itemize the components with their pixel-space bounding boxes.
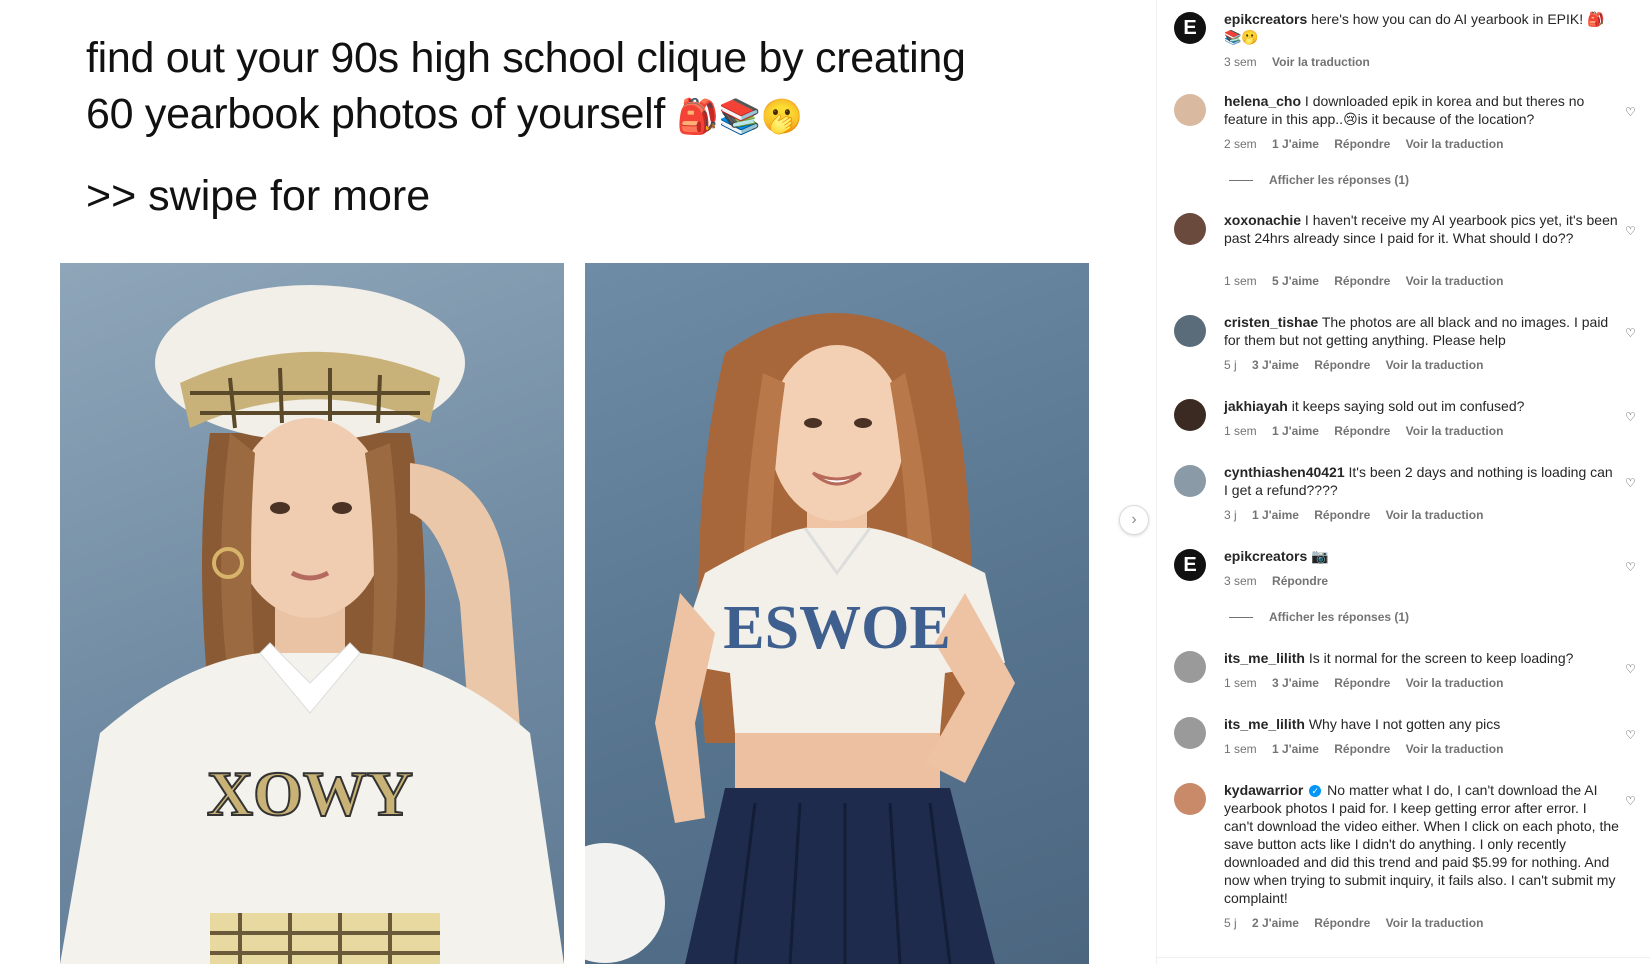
verified-badge-icon: ✓: [1309, 785, 1322, 798]
comment-text: Is it normal for the screen to keep load…: [1308, 650, 1574, 666]
comment-time: 1 sem: [1224, 676, 1257, 690]
comment-time: 1 sem: [1224, 742, 1257, 756]
comment-text: No matter what I do, I can't download th…: [1224, 782, 1619, 906]
reply-link[interactable]: Répondre: [1334, 676, 1390, 690]
comment-username[interactable]: helena_cho: [1224, 93, 1301, 109]
heart-icon[interactable]: ♡: [1625, 477, 1637, 489]
comment-likes[interactable]: 1 J'aime: [1272, 742, 1319, 756]
comment-text: it keeps saying sold out im confused?: [1291, 398, 1525, 414]
avatar[interactable]: [1174, 651, 1206, 683]
comment-text: Why have I not gotten any pics: [1308, 716, 1501, 732]
comment-likes[interactable]: 5 J'aime: [1272, 274, 1319, 288]
reply-link[interactable]: Répondre: [1334, 137, 1390, 151]
comment-time: 3 j: [1224, 508, 1237, 522]
heart-icon[interactable]: ♡: [1625, 225, 1637, 237]
comment-username[interactable]: cynthiashen40421: [1224, 464, 1345, 480]
comment-username[interactable]: its_me_lilith: [1224, 716, 1305, 732]
divider: [1229, 180, 1253, 182]
comment-likes[interactable]: 3 J'aime: [1252, 358, 1299, 372]
heart-icon[interactable]: ♡: [1625, 729, 1637, 741]
comment-username[interactable]: jakhiayah: [1224, 398, 1288, 414]
post-headline: find out your 90s high school clique by …: [86, 30, 1086, 145]
reply-link[interactable]: Répondre: [1334, 742, 1390, 756]
reply-link[interactable]: Répondre: [1314, 358, 1370, 372]
chevron-right-icon: ›: [1131, 511, 1137, 528]
comment-likes[interactable]: 1 J'aime: [1252, 508, 1299, 522]
shirt-text-2: ESWOE: [723, 594, 950, 662]
comment-time: 1 sem: [1224, 424, 1257, 438]
swipe-hint: >> swipe for more: [86, 172, 431, 220]
heart-icon[interactable]: ♡: [1625, 411, 1637, 423]
translate-link[interactable]: Voir la traduction: [1406, 137, 1504, 151]
avatar[interactable]: [1174, 399, 1206, 431]
avatar[interactable]: [1174, 783, 1206, 815]
yearbook-photo-1-illustration: XOWY: [60, 285, 564, 964]
comment-username[interactable]: cristen_tishae: [1224, 314, 1318, 330]
avatar[interactable]: E: [1174, 12, 1206, 44]
heart-icon[interactable]: ♡: [1625, 795, 1637, 807]
comment-username[interactable]: its_me_lilith: [1224, 650, 1305, 666]
comment-likes[interactable]: 1 J'aime: [1272, 137, 1319, 151]
comment-time: 1 sem: [1224, 274, 1257, 288]
shirt-text-1: XOWY: [207, 758, 413, 829]
translate-link[interactable]: Voir la traduction: [1386, 358, 1484, 372]
yearbook-photo-1: XOWY: [60, 263, 564, 964]
reply-link[interactable]: Répondre: [1314, 508, 1370, 522]
heart-icon[interactable]: ♡: [1625, 327, 1637, 339]
reply-link[interactable]: Répondre: [1314, 916, 1370, 930]
heart-icon[interactable]: ♡: [1625, 561, 1637, 573]
comment-time: 2 sem: [1224, 137, 1257, 151]
comment-likes[interactable]: 1 J'aime: [1272, 424, 1319, 438]
show-replies-link[interactable]: Afficher les réponses (1): [1229, 173, 1409, 187]
avatar[interactable]: E: [1174, 549, 1206, 581]
comment-username[interactable]: epikcreators: [1224, 548, 1307, 564]
translate-link[interactable]: Voir la traduction: [1386, 916, 1484, 930]
heart-icon[interactable]: ♡: [1625, 106, 1637, 118]
next-slide-button[interactable]: ›: [1119, 505, 1149, 535]
headline-emoji: 🎒📚🫢: [676, 97, 803, 137]
comment-username[interactable]: kydawarrior: [1224, 782, 1303, 798]
translate-link[interactable]: Voir la traduction: [1406, 676, 1504, 690]
comment-likes[interactable]: 3 J'aime: [1272, 676, 1319, 690]
comment-time: 5 j: [1224, 916, 1237, 930]
headline-line-2-text: 60 yearbook photos of yourself: [86, 90, 666, 138]
heart-icon[interactable]: ♡: [1625, 663, 1637, 675]
avatar[interactable]: [1174, 213, 1206, 245]
panel-bottom-divider: [1157, 957, 1650, 964]
avatar[interactable]: [1174, 465, 1206, 497]
comment-likes[interactable]: 2 J'aime: [1252, 916, 1299, 930]
translate-link[interactable]: Voir la traduction: [1386, 508, 1484, 522]
headline-line-2: 60 yearbook photos of yourself 🎒📚🫢: [86, 86, 1086, 145]
comment-username[interactable]: xoxonachie: [1224, 212, 1301, 228]
translate-link[interactable]: Voir la traduction: [1406, 274, 1504, 288]
reply-link[interactable]: Répondre: [1334, 274, 1390, 288]
translate-link[interactable]: Voir la traduction: [1272, 55, 1370, 69]
yearbook-photo-2-illustration: ESWOE: [585, 313, 1015, 964]
translate-link[interactable]: Voir la traduction: [1406, 742, 1504, 756]
reply-link[interactable]: Répondre: [1272, 574, 1328, 588]
avatar[interactable]: [1174, 315, 1206, 347]
comment-time: 5 j: [1224, 358, 1237, 372]
caption-time: 3 sem: [1224, 55, 1257, 69]
avatar[interactable]: [1174, 717, 1206, 749]
comment-time: 3 sem: [1224, 574, 1257, 588]
avatar[interactable]: [1174, 94, 1206, 126]
translate-link[interactable]: Voir la traduction: [1406, 424, 1504, 438]
post-media: find out your 90s high school clique by …: [0, 0, 1156, 964]
yearbook-photo-2: ESWOE: [585, 263, 1089, 964]
headline-line-1: find out your 90s high school clique by …: [86, 34, 966, 82]
comment-text: 📷: [1311, 548, 1329, 564]
divider: [1229, 617, 1253, 619]
caption-username[interactable]: epikcreators: [1224, 11, 1307, 27]
reply-link[interactable]: Répondre: [1334, 424, 1390, 438]
show-replies-link[interactable]: Afficher les réponses (1): [1229, 610, 1409, 624]
comments-panel[interactable]: E epikcreators here's how you can do AI …: [1156, 0, 1650, 964]
